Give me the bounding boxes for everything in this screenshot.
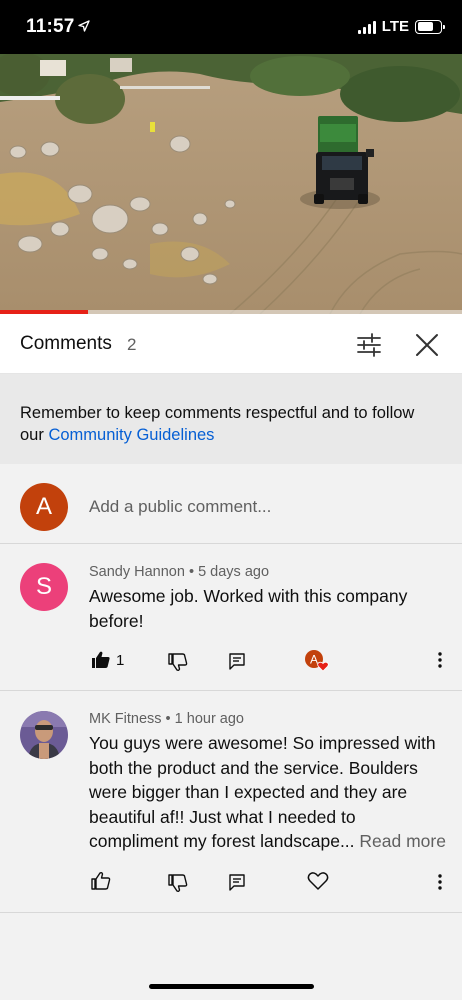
more-vert-icon [438, 652, 442, 668]
comment-time: 5 days ago [198, 564, 270, 580]
close-icon[interactable] [412, 330, 442, 360]
heart-outline-icon [307, 872, 329, 890]
community-guidelines-link[interactable]: Community Guidelines [48, 426, 214, 444]
status-indicators: LTE [357, 18, 445, 35]
commenter-avatar[interactable] [20, 711, 68, 759]
add-comment-input[interactable]: Add a public comment... [89, 497, 271, 517]
like-button[interactable] [88, 647, 114, 673]
more-options-button[interactable] [427, 869, 453, 895]
comment-text: Awesome job. Worked with this company be… [89, 586, 408, 631]
location-arrow-icon [78, 20, 90, 32]
comments-count: 2 [127, 335, 137, 354]
commenter-photo [20, 711, 68, 759]
reply-icon [229, 653, 245, 670]
user-avatar: A [20, 483, 68, 531]
svg-text:A: A [310, 653, 318, 667]
sliders-icon[interactable] [354, 330, 384, 360]
reply-button[interactable] [224, 869, 250, 895]
reply-button[interactable] [224, 648, 250, 674]
comment-item: S Sandy Hannon • 5 days ago Awesome job.… [0, 544, 462, 691]
comment-meta: MK Fitness • 1 hour ago [89, 711, 244, 727]
meta-separator: • [184, 564, 199, 580]
meta-separator: • [161, 711, 175, 727]
add-comment-row[interactable]: A Add a public comment... [0, 464, 462, 544]
thumbs-down-icon [168, 874, 188, 893]
more-vert-icon [438, 874, 442, 890]
comments-header: Comments 2 [0, 314, 462, 374]
commenter-avatar-letter: S [35, 573, 52, 600]
heart-button[interactable] [305, 868, 331, 894]
network-type: LTE [381, 18, 409, 35]
like-button[interactable] [88, 868, 114, 894]
creator-heart-badge: A [304, 648, 330, 674]
comment-meta: Sandy Hannon • 5 days ago [89, 564, 269, 580]
thumbs-down-icon [168, 653, 188, 672]
status-bar: 11:57 LTE [0, 0, 462, 54]
thumbs-up-icon [91, 871, 111, 890]
comment-author[interactable]: Sandy Hannon [89, 564, 185, 580]
thumbs-up-filled-icon [92, 651, 110, 668]
battery-icon [415, 19, 445, 34]
like-count: 1 [116, 652, 125, 669]
reply-icon [229, 874, 245, 891]
read-more-link[interactable]: Read more [359, 831, 446, 851]
comment-text: You guys were awesome! So impressed with… [89, 731, 449, 854]
more-options-button[interactable] [427, 647, 453, 673]
dislike-button[interactable] [165, 870, 191, 896]
status-time: 11:57 [26, 16, 75, 37]
comments-title: Comments [20, 333, 112, 354]
comment-item: MK Fitness • 1 hour ago You guys were aw… [0, 691, 462, 913]
creator-heart-icon: A [305, 650, 329, 672]
user-avatar-letter: A [35, 493, 52, 520]
video-frame [0, 54, 462, 314]
signal-icon [357, 20, 376, 34]
dislike-button[interactable] [165, 649, 191, 675]
home-indicator[interactable] [149, 984, 314, 989]
commenter-avatar[interactable]: S [20, 563, 68, 611]
video-player[interactable] [0, 54, 462, 314]
comment-author[interactable]: MK Fitness [89, 711, 162, 727]
guidelines-notice: Remember to keep comments respectful and… [0, 374, 462, 464]
comment-time: 1 hour ago [174, 711, 244, 727]
